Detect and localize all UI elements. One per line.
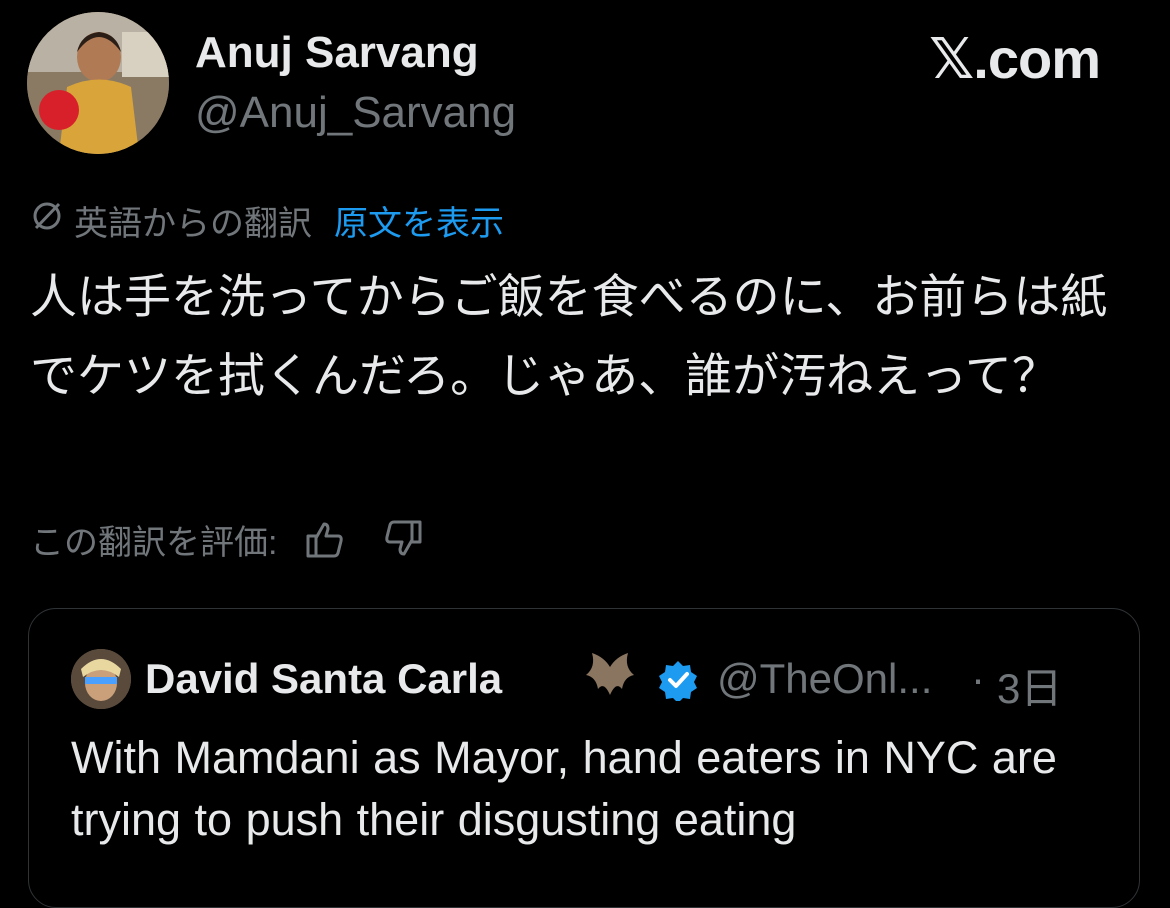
translation-bar: 英語からの翻訳 原文を表示 xyxy=(30,196,504,245)
quoted-tweet[interactable]: David Santa Carla @TheOnl... · 3日 With M… xyxy=(28,608,1140,908)
author-name[interactable]: Anuj Sarvang xyxy=(195,28,479,78)
quote-timestamp[interactable]: 3日 xyxy=(997,655,1062,716)
rate-translation: この翻訳を評価: xyxy=(30,514,433,564)
rate-label: この翻訳を評価: xyxy=(30,523,278,562)
quote-text: With Mamdani as Mayor, hand eaters in NY… xyxy=(71,732,1057,845)
thumbs-down-button[interactable] xyxy=(373,514,433,564)
author-avatar[interactable] xyxy=(27,12,169,154)
thumbs-up-button[interactable] xyxy=(295,514,355,564)
quote-author-handle[interactable]: @TheOnl... xyxy=(717,655,932,703)
quote-separator: · xyxy=(971,655,985,702)
author-handle[interactable]: @Anuj_Sarvang xyxy=(195,88,516,138)
thumbs-up-icon xyxy=(306,522,344,558)
quote-author-name[interactable]: David Santa Carla xyxy=(145,655,502,703)
translate-icon xyxy=(30,199,64,242)
translation-label: 英語からの翻訳 xyxy=(74,205,312,243)
bat-emoji-icon xyxy=(582,647,638,712)
tweet-text: 人は手を洗ってからご飯を食べるのに、お前らは紙でケツを拭くんだろ。じゃあ、誰が汚… xyxy=(30,270,1108,404)
verified-badge-icon xyxy=(657,659,699,706)
show-original-link[interactable]: 原文を表示 xyxy=(334,196,504,245)
brand-logo: 𝕏.com xyxy=(929,27,1101,90)
thumbs-down-icon xyxy=(385,520,422,556)
quote-author-avatar[interactable] xyxy=(71,649,131,709)
